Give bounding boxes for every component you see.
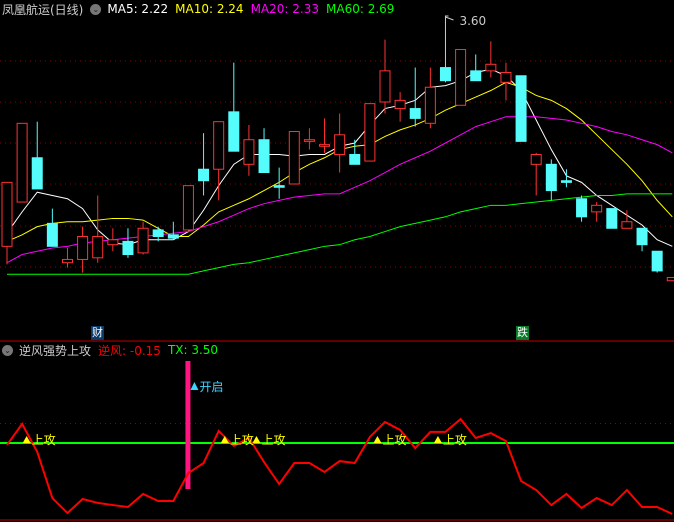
candle-up	[500, 71, 512, 83]
candle-down	[470, 70, 482, 82]
high-marker-arrow	[444, 15, 454, 21]
candle-up	[364, 103, 376, 162]
attack-signal-label: 上攻	[382, 433, 406, 447]
candle-up	[455, 49, 467, 106]
candle-up	[16, 122, 28, 203]
candle-up	[243, 139, 255, 165]
candle-down	[349, 153, 361, 165]
candle-up	[530, 153, 542, 165]
candle-down	[167, 234, 179, 239]
candle-up	[288, 131, 300, 185]
candle-up	[182, 185, 194, 231]
attack-triangle-icon	[433, 436, 442, 443]
candle-down	[258, 139, 270, 174]
candle-up	[424, 86, 436, 124]
candle-down	[228, 111, 240, 152]
candle-up	[379, 70, 391, 103]
candle-down	[152, 229, 164, 237]
candle-up	[485, 63, 497, 72]
candle-up	[213, 121, 225, 170]
candle-up	[621, 221, 633, 229]
candle-up	[61, 258, 73, 264]
candle-down	[31, 157, 43, 190]
candle-down	[576, 198, 588, 218]
candle-up	[303, 139, 315, 142]
candle-down	[46, 222, 58, 247]
candle-up	[394, 99, 406, 110]
nifeng-line	[6, 417, 673, 515]
event-tag-die[interactable]: 跌	[516, 326, 529, 340]
attack-signal-label: 上攻	[32, 433, 56, 447]
attack-signal-label: 上攻	[261, 433, 285, 447]
ma60-line	[7, 193, 673, 275]
candle-down	[439, 67, 451, 82]
candle-down	[198, 168, 210, 182]
chart-canvas[interactable]: 3.60开启上攻 上攻 上攻 上攻 上攻	[0, 0, 674, 522]
candle-up	[77, 235, 89, 260]
candle-down	[636, 227, 648, 246]
candle-down	[560, 180, 572, 183]
attack-signal-label: 上攻	[230, 433, 254, 447]
open-signal-label: 开启	[199, 380, 223, 394]
event-tag-cai[interactable]: 财	[91, 326, 104, 340]
candle-down	[651, 250, 663, 272]
open-signal-bar	[185, 361, 191, 489]
candle-up	[591, 204, 603, 213]
candle-down	[409, 108, 421, 119]
candle-up	[319, 144, 331, 147]
candle-up	[137, 227, 149, 254]
candle-down	[515, 75, 527, 142]
open-signal-triangle-icon	[190, 382, 199, 390]
candle-up	[334, 134, 346, 155]
attack-signal-label: 上攻	[443, 433, 467, 447]
candle-down	[545, 163, 557, 192]
candle-down	[122, 240, 134, 256]
high-price-label: 3.60	[459, 14, 486, 28]
candle-up	[92, 235, 104, 259]
candle-up	[107, 239, 119, 246]
candle-down	[606, 208, 618, 229]
candle-up	[666, 276, 674, 282]
candle-down	[273, 185, 285, 188]
candle-up	[1, 181, 13, 247]
attack-triangle-icon	[373, 436, 382, 443]
